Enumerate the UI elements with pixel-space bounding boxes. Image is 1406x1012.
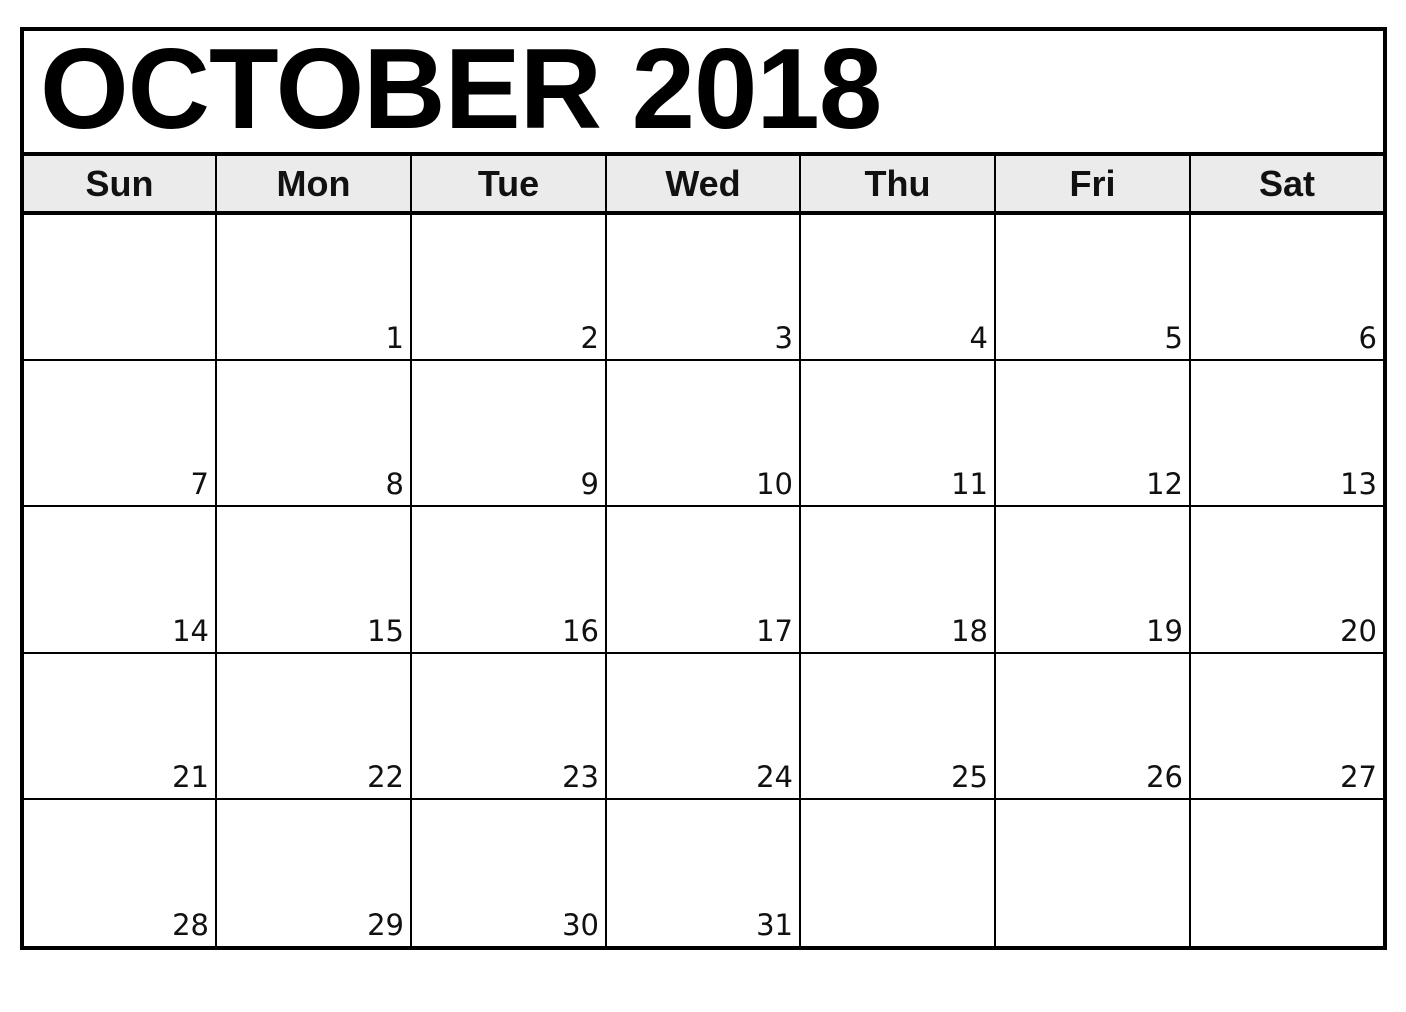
day-cell-19[interactable]: 19	[996, 507, 1191, 654]
day-cell-20[interactable]: 20	[1191, 507, 1383, 654]
day-cell-16[interactable]: 16	[412, 507, 607, 654]
day-number: 28	[172, 907, 209, 942]
day-cell-27[interactable]: 27	[1191, 654, 1383, 800]
weekday-header-tue: Tue	[412, 156, 607, 211]
weekday-header-sat: Sat	[1258, 162, 1316, 204]
day-number: 21	[172, 759, 209, 794]
day-cell-9[interactable]: 9	[412, 361, 607, 508]
day-cell-17[interactable]: 17	[607, 507, 801, 654]
day-number: 1	[385, 321, 404, 356]
day-cell-2[interactable]: 2	[412, 215, 607, 362]
day-number: 23	[562, 759, 599, 794]
day-cell-4[interactable]: 4	[801, 215, 996, 362]
day-cell-29[interactable]: 29	[217, 799, 412, 946]
day-number: 19	[1146, 613, 1183, 648]
day-cell-3[interactable]: 3	[607, 215, 801, 362]
weekday-header-fri: Fri	[996, 156, 1191, 211]
day-number: 6	[1358, 321, 1377, 356]
day-cell-14[interactable]: 14	[24, 507, 217, 654]
weekday-header-row: Sun Mon Tue Wed Thu Fri Sat	[24, 152, 1383, 215]
day-cell-18[interactable]: 18	[801, 507, 996, 654]
empty-day-cell[interactable]	[996, 799, 1191, 946]
day-cell-26[interactable]: 26	[996, 653, 1191, 800]
calendar-grid: 1 2 3 4 5 6 7 8 9 10 11 12 13 14 15 16 17 18 19 20 21 22 23 24 2…	[24, 215, 1383, 946]
day-cell-25[interactable]: 25	[801, 653, 996, 800]
day-cell-12[interactable]: 12	[996, 361, 1191, 508]
day-number: 30	[562, 907, 599, 942]
day-number: 7	[190, 467, 209, 502]
day-number: 25	[951, 759, 988, 794]
calendar: OCTOBER 2018 Sun Mon Tue Wed Thu Fri Sat 12345…	[20, 26, 1387, 950]
day-cell-23[interactable]: 23	[412, 653, 607, 800]
empty-day-cell[interactable]	[1191, 800, 1383, 946]
day-number: 29	[367, 907, 404, 942]
day-cell-15[interactable]: 15	[217, 507, 412, 654]
day-number: 31	[756, 907, 793, 942]
day-number: 5	[1164, 321, 1183, 356]
day-cell-24[interactable]: 24	[607, 653, 801, 800]
day-cell-13[interactable]: 13	[1191, 361, 1383, 508]
day-number: 10	[756, 467, 793, 502]
day-cell-8[interactable]: 8	[217, 361, 412, 508]
day-number: 17	[756, 613, 793, 648]
weekday-header-sun: Sun	[24, 156, 217, 211]
day-number: 2	[580, 321, 599, 356]
weekday-header-wed: Wed	[607, 156, 801, 211]
day-number: 20	[1340, 613, 1377, 648]
day-number: 22	[367, 759, 404, 794]
calendar-title: OCTOBER 2018	[40, 26, 882, 153]
day-number: 15	[367, 613, 404, 648]
day-number: 27	[1340, 759, 1377, 794]
weekday-header-thu: Thu	[801, 156, 996, 211]
day-number: 26	[1146, 759, 1183, 794]
title-bar: OCTOBER 2018	[24, 26, 1383, 153]
day-cell-11[interactable]: 11	[801, 361, 996, 508]
day-cell-22[interactable]: 22	[217, 653, 412, 800]
day-cell-28[interactable]: 28	[24, 799, 217, 946]
day-number: 4	[969, 321, 988, 356]
day-cell-5[interactable]: 5	[996, 215, 1191, 362]
weekday-header-mon: Mon	[217, 156, 412, 211]
empty-day-cell[interactable]	[801, 799, 996, 946]
day-cell-7[interactable]: 7	[24, 361, 217, 508]
day-cell-21[interactable]: 21	[24, 653, 217, 800]
day-number: 18	[951, 613, 988, 648]
day-cell-10[interactable]: 10	[607, 361, 801, 508]
day-cell-6[interactable]: 6	[1191, 215, 1383, 362]
day-number: 24	[756, 759, 793, 794]
day-number: 13	[1340, 467, 1377, 502]
empty-day-cell[interactable]	[24, 215, 217, 362]
day-number: 12	[1146, 467, 1183, 502]
day-cell-31[interactable]: 31	[607, 799, 801, 946]
day-number: 3	[774, 321, 793, 356]
day-cell-30[interactable]: 30	[412, 799, 607, 946]
day-number: 11	[951, 467, 988, 502]
day-number: 9	[580, 467, 599, 502]
day-number: 16	[562, 613, 599, 648]
day-number: 14	[172, 613, 209, 648]
day-number: 8	[385, 467, 404, 502]
day-cell-1[interactable]: 1	[217, 215, 412, 362]
